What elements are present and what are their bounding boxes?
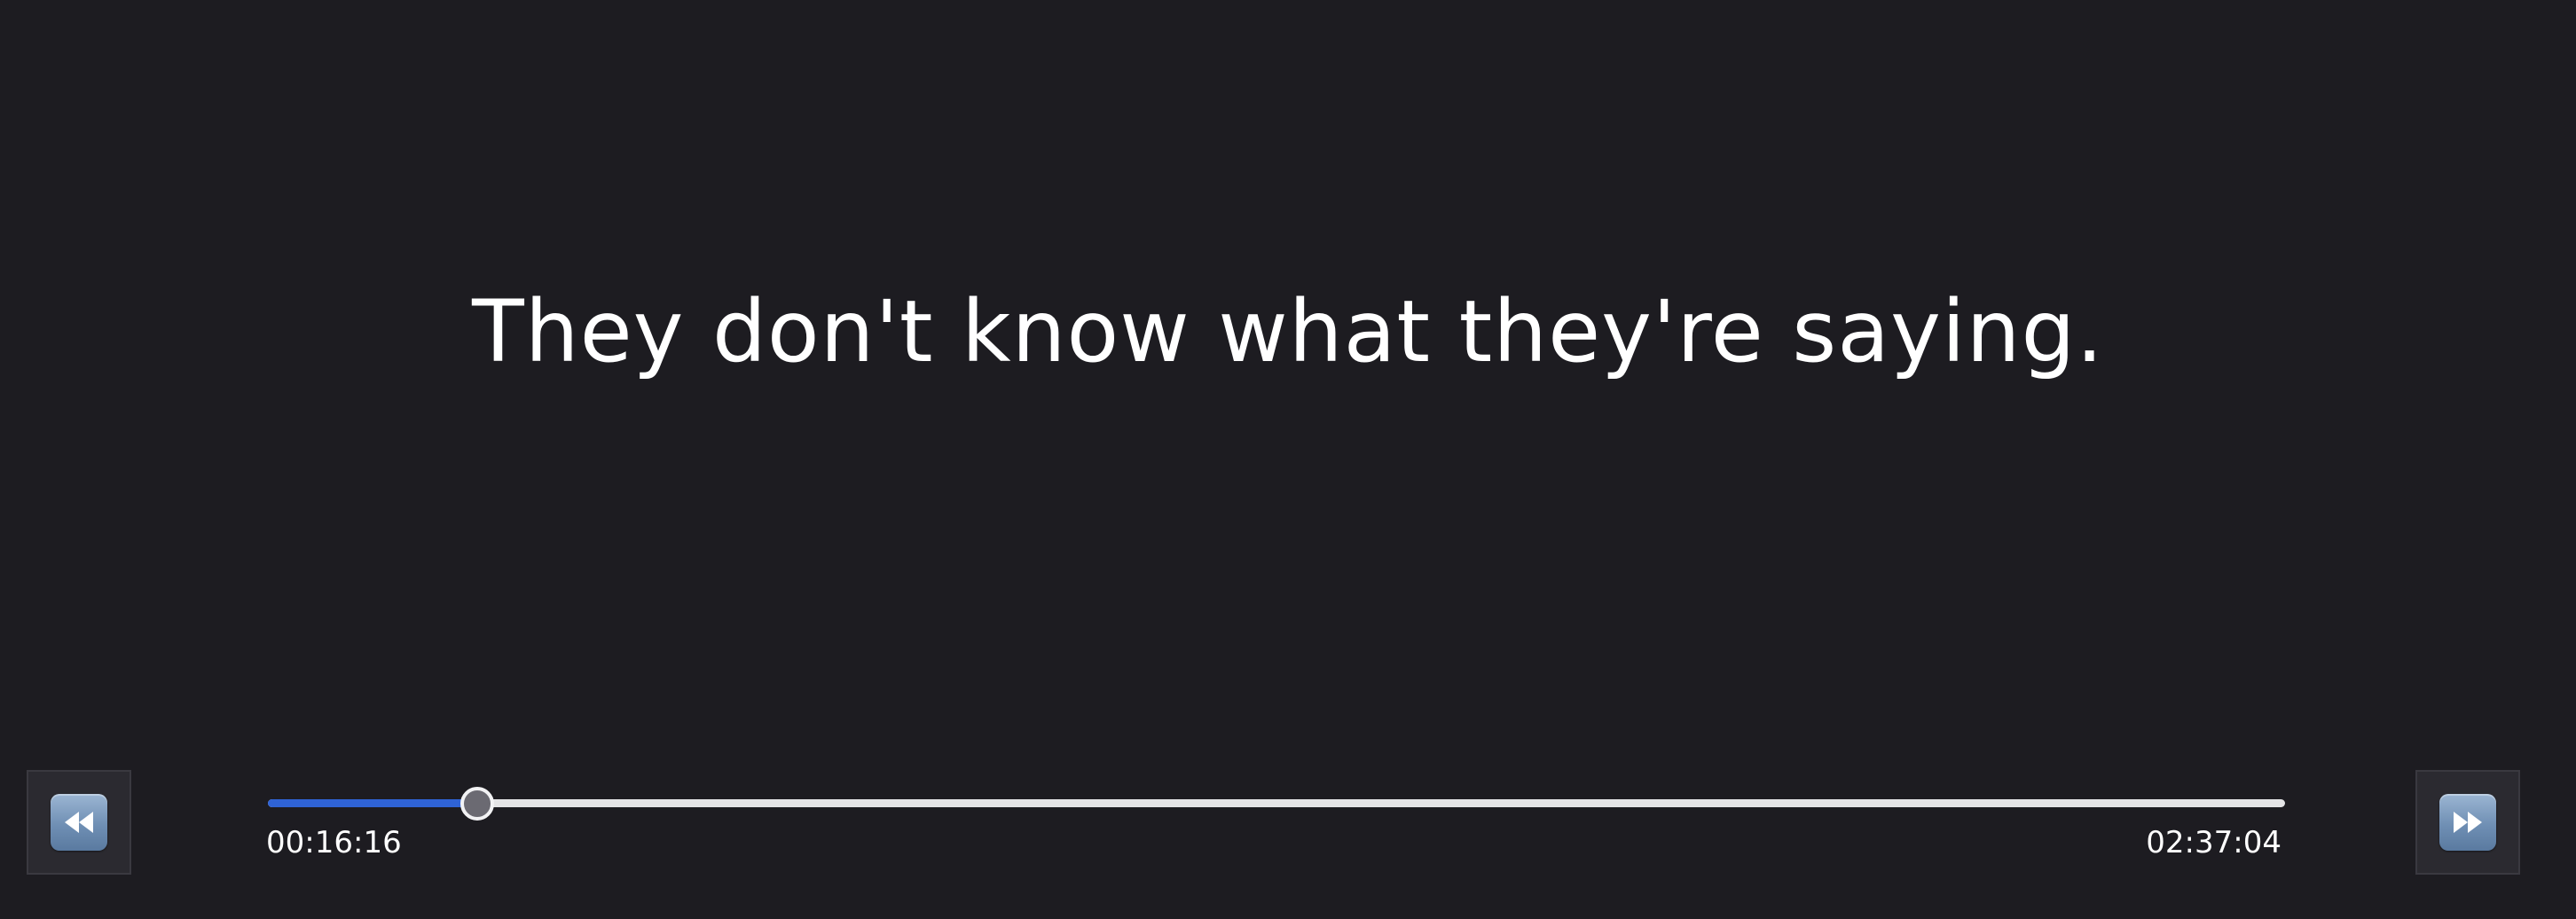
rewind-button[interactable] [27, 770, 131, 875]
subtitle-text: They don't know what they're saying. [472, 282, 2104, 381]
progress-track [268, 799, 2285, 807]
progress-slider[interactable] [268, 787, 2285, 821]
rewind-icon [51, 794, 107, 851]
current-time: 00:16:16 [266, 825, 402, 860]
progress-fill [268, 799, 477, 807]
fast-forward-button[interactable] [2415, 770, 2520, 875]
total-time: 02:37:04 [2146, 825, 2281, 860]
fast-forward-icon [2439, 794, 2496, 851]
progress-thumb[interactable] [459, 787, 494, 821]
